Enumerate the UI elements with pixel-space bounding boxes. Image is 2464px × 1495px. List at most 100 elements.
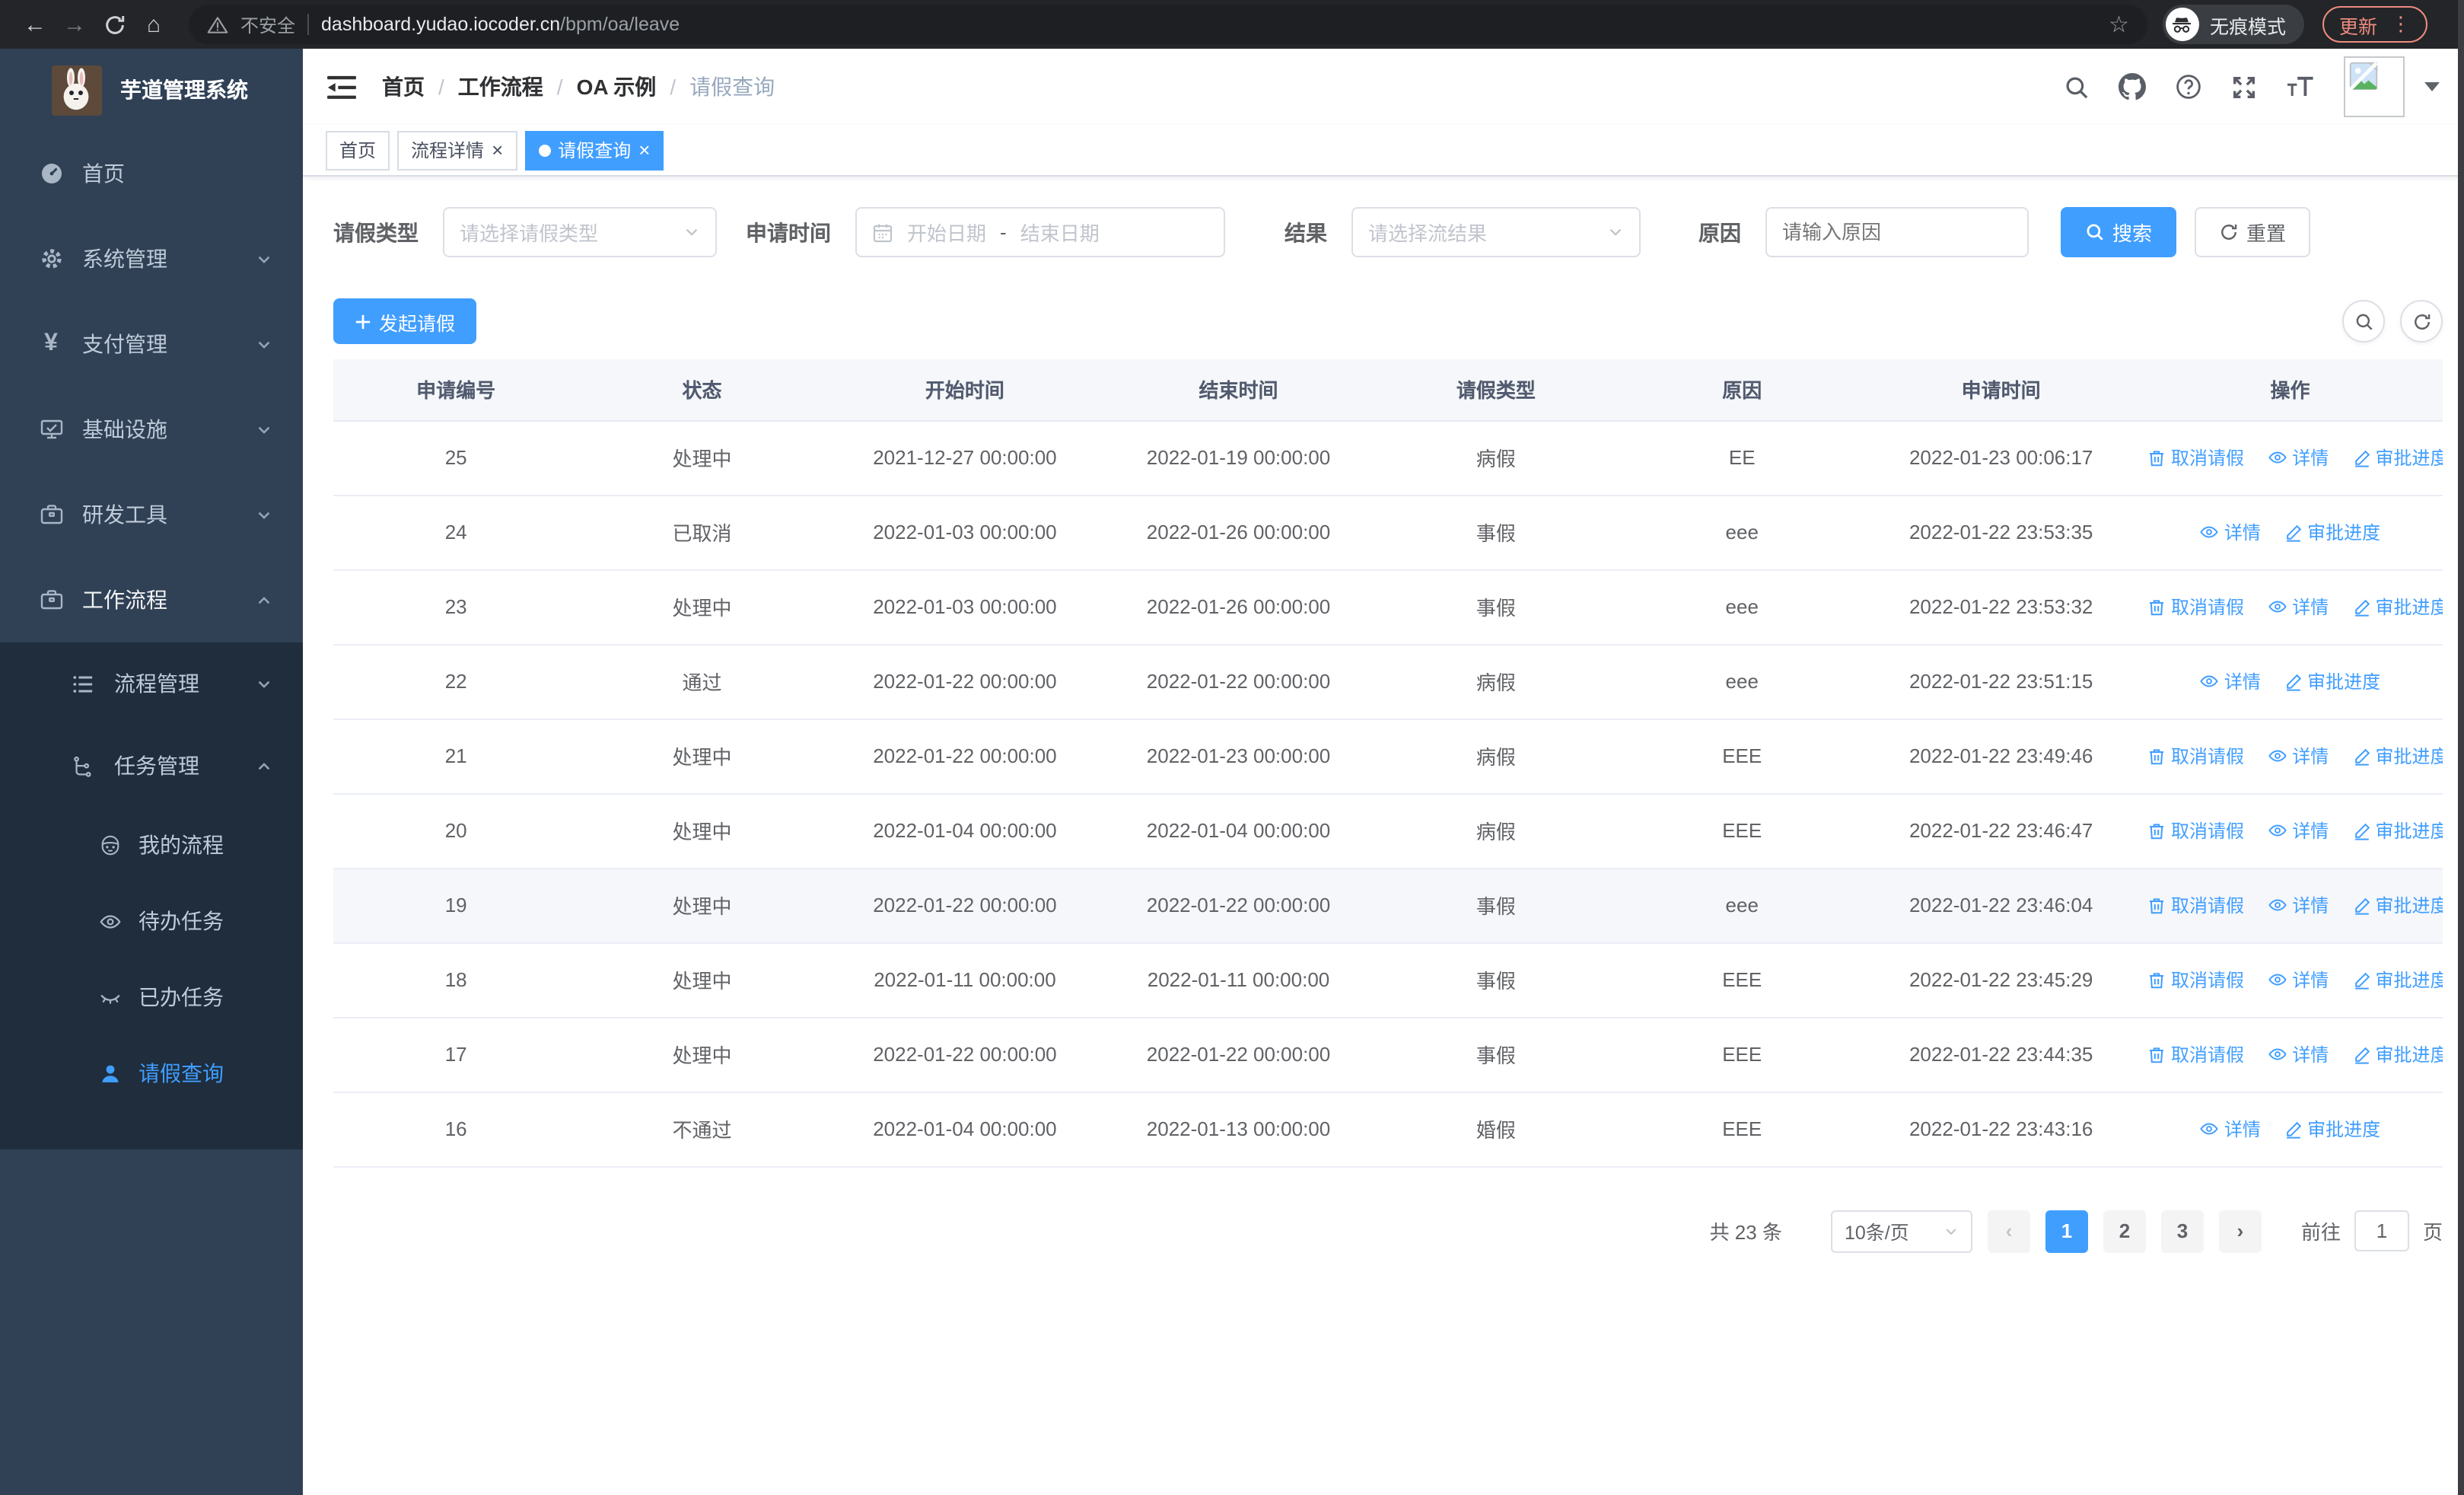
sidebar-item-my-process[interactable]: 我的流程 (0, 807, 303, 883)
table-row: 21 处理中 2022-01-22 00:00:00 2022-01-23 00… (333, 719, 2443, 794)
breadcrumb-home[interactable]: 首页 (382, 72, 425, 102)
breadcrumb-workflow[interactable]: 工作流程 (458, 72, 543, 102)
sidebar-item-dev-tools[interactable]: 研发工具 (0, 472, 303, 557)
detail-link[interactable]: 详情 (2268, 891, 2329, 917)
address-bar[interactable]: 不安全 dashboard.yudao.iocoder.cn/bpm/oa/le… (189, 5, 2147, 44)
briefcase-icon (38, 588, 64, 612)
sidebar-fold-icon[interactable] (327, 74, 356, 100)
github-icon[interactable] (2119, 73, 2146, 100)
tag-process-detail[interactable]: 流程详情 × (397, 130, 517, 170)
progress-link[interactable]: 审批进度 (2353, 743, 2443, 769)
security-label[interactable]: 不安全 (240, 11, 295, 37)
browser-reload-icon[interactable] (94, 13, 134, 36)
sidebar-item-process-mgmt[interactable]: 流程管理 (0, 642, 303, 725)
sidebar-item-todo-tasks[interactable]: 待办任务 (0, 883, 303, 959)
table-row: 24 已取消 2022-01-03 00:00:00 2022-01-26 00… (333, 495, 2443, 570)
font-size-icon[interactable] (2286, 75, 2315, 98)
cancel-leave-link[interactable]: 取消请假 (2148, 892, 2244, 918)
cell-apply-id: 25 (333, 420, 579, 496)
leave-type-select[interactable]: 请选择请假类型 (443, 207, 717, 257)
reset-button[interactable]: 重置 (2195, 207, 2311, 257)
tag-leave-query[interactable]: 请假查询 × (524, 130, 664, 170)
search-icon[interactable] (2064, 74, 2090, 100)
tag-close-icon[interactable]: × (638, 140, 650, 160)
cell-apply-time: 2022-01-22 23:53:32 (1864, 569, 2138, 645)
progress-link[interactable]: 审批进度 (2353, 1041, 2443, 1067)
tag-home[interactable]: 首页 (326, 130, 390, 170)
search-button[interactable]: 搜索 (2061, 207, 2177, 257)
page-button-1[interactable]: 1 (2045, 1210, 2088, 1252)
table-row: 18 处理中 2022-01-11 00:00:00 2022-01-11 00… (333, 942, 2443, 1018)
page-size-select[interactable]: 10条/页 (1830, 1210, 1972, 1252)
browser-forward-icon[interactable]: → (55, 11, 94, 37)
prev-page-button[interactable]: ‹ (1987, 1210, 2030, 1252)
progress-link[interactable]: 审批进度 (2353, 594, 2443, 620)
browser-menu-icon[interactable]: ⋮ (2391, 12, 2411, 37)
detail-link[interactable]: 详情 (2268, 444, 2329, 470)
detail-link[interactable]: 详情 (2268, 593, 2329, 619)
bookmark-star-icon[interactable]: ☆ (2109, 11, 2129, 38)
progress-link[interactable]: 审批进度 (2353, 818, 2443, 843)
sidebar-item-done-tasks[interactable]: 已办任务 (0, 959, 303, 1035)
progress-link[interactable]: 审批进度 (2353, 967, 2443, 993)
detail-link[interactable]: 详情 (2200, 1115, 2261, 1141)
detail-link[interactable]: 详情 (2200, 518, 2261, 544)
page-button-3[interactable]: 3 (2160, 1210, 2204, 1252)
progress-link[interactable]: 审批进度 (2284, 519, 2380, 545)
cell-end-time: 2022-01-11 00:00:00 (1104, 942, 1373, 1018)
detail-link[interactable]: 详情 (2200, 668, 2261, 693)
avatar-caret-icon[interactable] (2424, 82, 2440, 91)
date-range-picker[interactable]: 开始日期 - 结束日期 (855, 207, 1225, 257)
filter-result: 结果 请选择流结果 (1285, 207, 1641, 257)
eye-icon (97, 910, 123, 932)
help-icon[interactable] (2175, 73, 2202, 100)
result-select[interactable]: 请选择流结果 (1351, 207, 1641, 257)
pen-icon (2354, 822, 2370, 840)
refresh-table-button[interactable] (2400, 300, 2443, 343)
sidebar-item-pay[interactable]: ¥ 支付管理 (0, 301, 303, 387)
cancel-leave-link[interactable]: 取消请假 (2148, 445, 2244, 470)
sidebar-item-leave-query[interactable]: 请假查询 (0, 1035, 303, 1111)
cancel-leave-link[interactable]: 取消请假 (2148, 1041, 2244, 1067)
avatar[interactable] (2344, 56, 2405, 117)
cancel-leave-link[interactable]: 取消请假 (2148, 594, 2244, 620)
cell-leave-type: 事假 (1372, 868, 1620, 943)
detail-link[interactable]: 详情 (2268, 742, 2329, 768)
reason-input[interactable] (1765, 207, 2029, 257)
detail-link[interactable]: 详情 (2268, 966, 2329, 992)
detail-link[interactable]: 详情 (2268, 817, 2329, 843)
refresh-icon (2414, 313, 2430, 329)
create-leave-button[interactable]: 发起请假 (333, 298, 477, 344)
cancel-leave-link[interactable]: 取消请假 (2148, 818, 2244, 843)
sidebar-item-task-mgmt[interactable]: 任务管理 (0, 725, 303, 807)
goto-page-input[interactable] (2354, 1210, 2409, 1251)
progress-link[interactable]: 审批进度 (2353, 445, 2443, 470)
cell-start-time: 2022-01-04 00:00:00 (825, 793, 1105, 869)
progress-link[interactable]: 审批进度 (2284, 1116, 2380, 1142)
sidebar-item-home[interactable]: 首页 (0, 131, 303, 216)
browser-home-icon[interactable]: ⌂ (134, 11, 173, 37)
cell-apply-id: 21 (333, 719, 579, 794)
browser-scrollbar[interactable] (2458, 0, 2464, 1495)
tag-close-icon[interactable]: × (492, 140, 503, 160)
apply-time-label: 申请时间 (746, 220, 831, 244)
detail-link[interactable]: 详情 (2268, 1041, 2329, 1066)
cell-apply-id: 16 (333, 1092, 579, 1167)
browser-update-button[interactable]: 更新 ⋮ (2322, 6, 2427, 43)
progress-link[interactable]: 审批进度 (2284, 668, 2380, 694)
breadcrumb-oa-example[interactable]: OA 示例 (577, 72, 657, 102)
cancel-leave-link[interactable]: 取消请假 (2148, 967, 2244, 993)
page-button-2[interactable]: 2 (2103, 1210, 2146, 1252)
sidebar-item-workflow[interactable]: 工作流程 (0, 557, 303, 642)
toggle-search-button[interactable] (2342, 300, 2385, 343)
next-page-button[interactable]: › (2218, 1210, 2262, 1252)
cell-reason: eee (1619, 569, 1865, 645)
progress-link[interactable]: 审批进度 (2353, 892, 2443, 918)
sidebar-item-system[interactable]: 系统管理 (0, 216, 303, 301)
eye-icon (2268, 749, 2287, 761)
cancel-leave-link[interactable]: 取消请假 (2148, 743, 2244, 769)
sidebar-item-infra[interactable]: 基础设施 (0, 387, 303, 472)
browser-back-icon[interactable]: ← (15, 11, 55, 37)
fullscreen-icon[interactable] (2231, 74, 2257, 100)
app-logo[interactable]: 芋道管理系统 (0, 49, 303, 131)
